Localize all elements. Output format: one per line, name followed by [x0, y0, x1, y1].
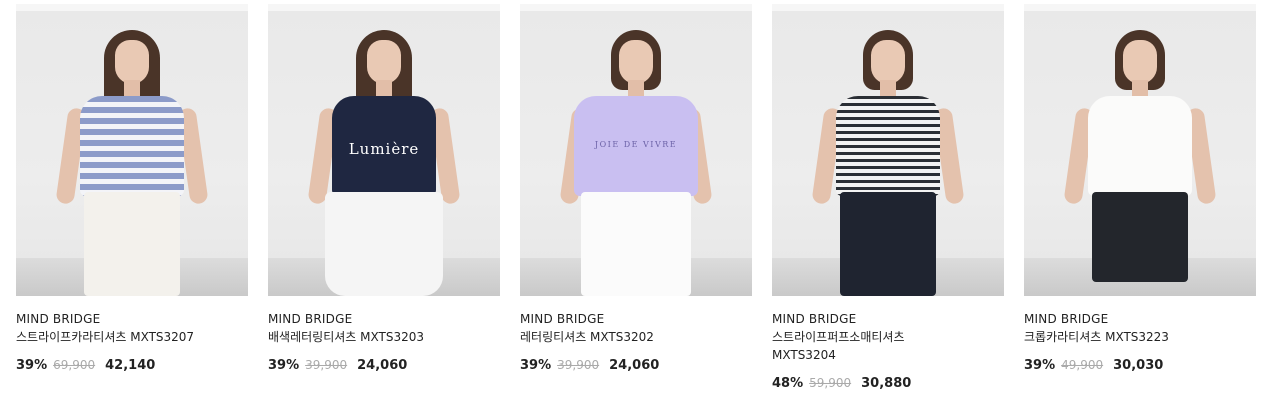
model-bottom	[581, 192, 691, 296]
model-face	[619, 40, 653, 84]
product-name[interactable]: 배색레터링티셔츠 MXTS3203	[268, 328, 458, 346]
discount-rate: 39%	[16, 358, 48, 373]
discount-rate: 39%	[1024, 358, 1056, 373]
product-card[interactable]: MIND BRIDGE 스트라이프퍼프소매티셔츠 MXTS3204 48% 59,…	[772, 4, 1004, 402]
price-box: 48% 59,900 30,880	[772, 374, 1004, 393]
product-card[interactable]: MIND BRIDGE 크롭카라티셔츠 MXTS3223 39% 49,900 30…	[1024, 4, 1256, 402]
product-info: MIND BRIDGE 레터링티셔츠 MXTS3202 39% 39,900 24,…	[520, 296, 752, 375]
product-info: MIND BRIDGE 배색레터링티셔츠 MXTS3203 39% 39,900 2…	[268, 296, 500, 375]
original-price: 59,900	[809, 376, 852, 390]
product-name[interactable]: 크롭카라티셔츠 MXTS3223	[1024, 328, 1214, 346]
product-info: MIND BRIDGE 스트라이프퍼프소매티셔츠 MXTS3204 48% 59,…	[772, 296, 1004, 393]
product-card[interactable]: MIND BRIDGE 스트라이프카라티셔츠 MXTS3207 39% 69,90…	[16, 4, 248, 402]
product-card[interactable]: Lumière MIND BRIDGE 배색레터링티셔츠 MXTS3203 39…	[268, 4, 500, 402]
original-price: 69,900	[53, 358, 96, 372]
sale-price: 30,030	[1113, 358, 1164, 373]
model-face	[367, 40, 401, 84]
product-brand[interactable]: MIND BRIDGE	[16, 310, 248, 328]
price-box: 39% 49,900 30,030	[1024, 356, 1256, 375]
product-brand[interactable]: MIND BRIDGE	[772, 310, 1004, 328]
product-image[interactable]	[772, 4, 1004, 296]
price-box: 39% 39,900 24,060	[268, 356, 500, 375]
model-bottom	[325, 192, 443, 296]
price-box: 39% 69,900 42,140	[16, 356, 248, 375]
product-image[interactable]	[1024, 4, 1256, 296]
model-face	[871, 40, 905, 84]
model-face	[115, 40, 149, 84]
product-name[interactable]: 레터링티셔츠 MXTS3202	[520, 328, 710, 346]
product-brand[interactable]: MIND BRIDGE	[1024, 310, 1256, 328]
model-face	[1123, 40, 1157, 84]
product-card[interactable]: JOIE DE VIVRE MIND BRIDGE 레터링티셔츠 MXTS320…	[520, 4, 752, 402]
sale-price: 24,060	[357, 358, 408, 373]
product-name[interactable]: 스트라이프카라티셔츠 MXTS3207	[16, 328, 206, 346]
product-image[interactable]	[16, 4, 248, 296]
sale-price: 30,880	[861, 376, 912, 391]
model-top	[80, 96, 184, 196]
shirt-print: JOIE DE VIVRE	[594, 140, 678, 149]
original-price: 49,900	[1061, 358, 1104, 372]
product-info: MIND BRIDGE 스트라이프카라티셔츠 MXTS3207 39% 69,90…	[16, 296, 248, 375]
model-bottom	[840, 192, 936, 296]
product-image[interactable]: Lumière	[268, 4, 500, 296]
product-grid: MIND BRIDGE 스트라이프카라티셔츠 MXTS3207 39% 69,90…	[0, 0, 1266, 404]
model-top	[836, 96, 940, 196]
product-info: MIND BRIDGE 크롭카라티셔츠 MXTS3223 39% 49,900 30…	[1024, 296, 1256, 375]
product-brand[interactable]: MIND BRIDGE	[520, 310, 752, 328]
original-price: 39,900	[557, 358, 600, 372]
model-bottom	[1092, 192, 1188, 282]
model-top	[1088, 96, 1192, 196]
discount-rate: 39%	[520, 358, 552, 373]
product-name[interactable]: 스트라이프퍼프소매티셔츠 MXTS3204	[772, 328, 962, 364]
sale-price: 24,060	[609, 358, 660, 373]
discount-rate: 39%	[268, 358, 300, 373]
discount-rate: 48%	[772, 376, 804, 391]
product-brand[interactable]: MIND BRIDGE	[268, 310, 500, 328]
price-box: 39% 39,900 24,060	[520, 356, 752, 375]
product-image[interactable]: JOIE DE VIVRE	[520, 4, 752, 296]
model-bottom	[84, 192, 180, 296]
shirt-print: Lumière	[348, 140, 420, 158]
sale-price: 42,140	[105, 358, 156, 373]
original-price: 39,900	[305, 358, 348, 372]
